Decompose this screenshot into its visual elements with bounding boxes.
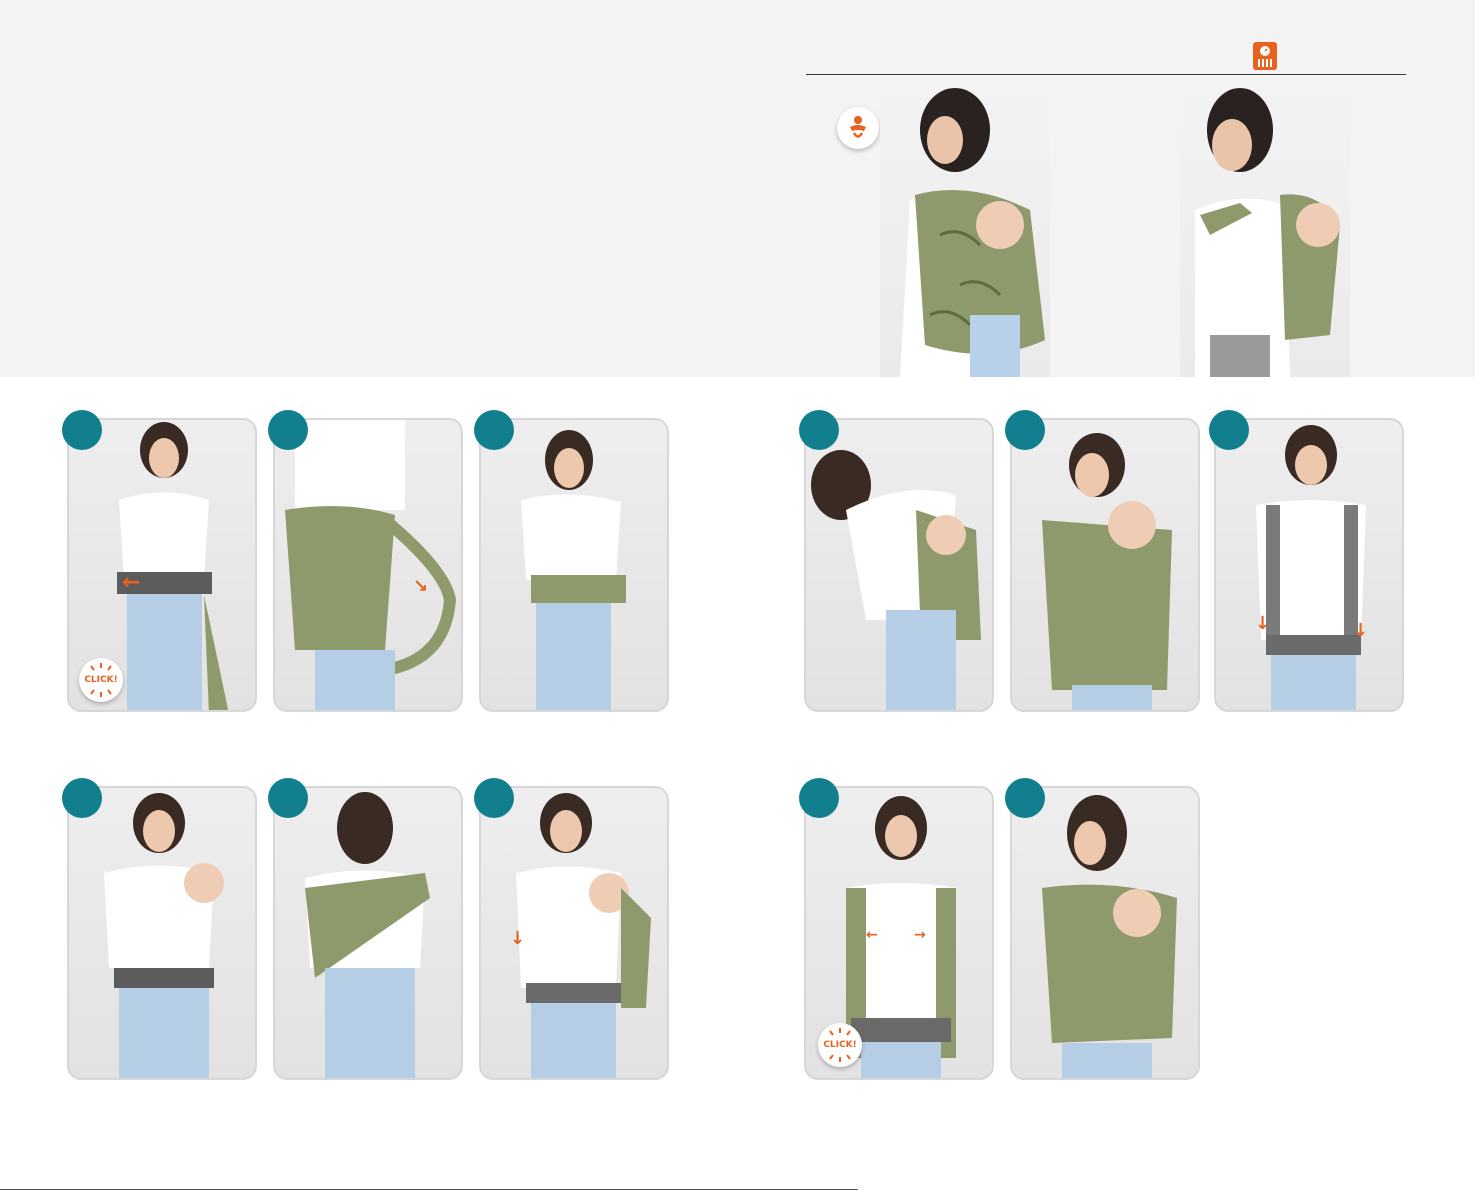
step-photo-6 (1214, 418, 1404, 712)
baby-icon (850, 116, 866, 138)
click-badge: CLICK! (79, 658, 123, 702)
step-photo-2 (273, 418, 463, 712)
step-circle (1005, 410, 1045, 450)
arrow-down-right-icon: ↘ (413, 576, 429, 597)
step-photo-11 (1010, 786, 1200, 1080)
footer-rule (0, 1189, 858, 1190)
hero-photo-front (880, 85, 1050, 377)
click-label: CLICK! (84, 675, 118, 685)
arrow-down-icon: ↓ (1255, 613, 1271, 634)
baby-badge (837, 107, 879, 149)
step-circle (474, 778, 514, 818)
step-circle (799, 778, 839, 818)
step-circle (1209, 410, 1249, 450)
step-circle (62, 778, 102, 818)
step-circle (799, 410, 839, 450)
step-photo-9 (479, 786, 669, 1080)
step-photo-8 (273, 786, 463, 1080)
step-photo-4 (804, 418, 994, 712)
click-label: CLICK! (823, 1040, 857, 1050)
arrow-left-icon: ← (866, 927, 878, 943)
click-badge: CLICK! (818, 1023, 862, 1067)
step-photo-7 (67, 786, 257, 1080)
arrow-down-icon: ↓ (1353, 620, 1369, 641)
header-rule (806, 74, 1406, 75)
step-circle (268, 410, 308, 450)
hero-photo-back (1180, 85, 1350, 377)
step-circle (474, 410, 514, 450)
arrow-right-icon: → (914, 927, 926, 943)
arrow-left-icon: ← (122, 570, 141, 595)
step-photo-5 (1010, 418, 1200, 712)
step-circle (1005, 778, 1045, 818)
step-circle (62, 410, 102, 450)
arrow-down-icon: ↓ (510, 928, 526, 949)
step-photo-3 (479, 418, 669, 712)
scale-icon (1253, 42, 1277, 70)
step-circle (268, 778, 308, 818)
